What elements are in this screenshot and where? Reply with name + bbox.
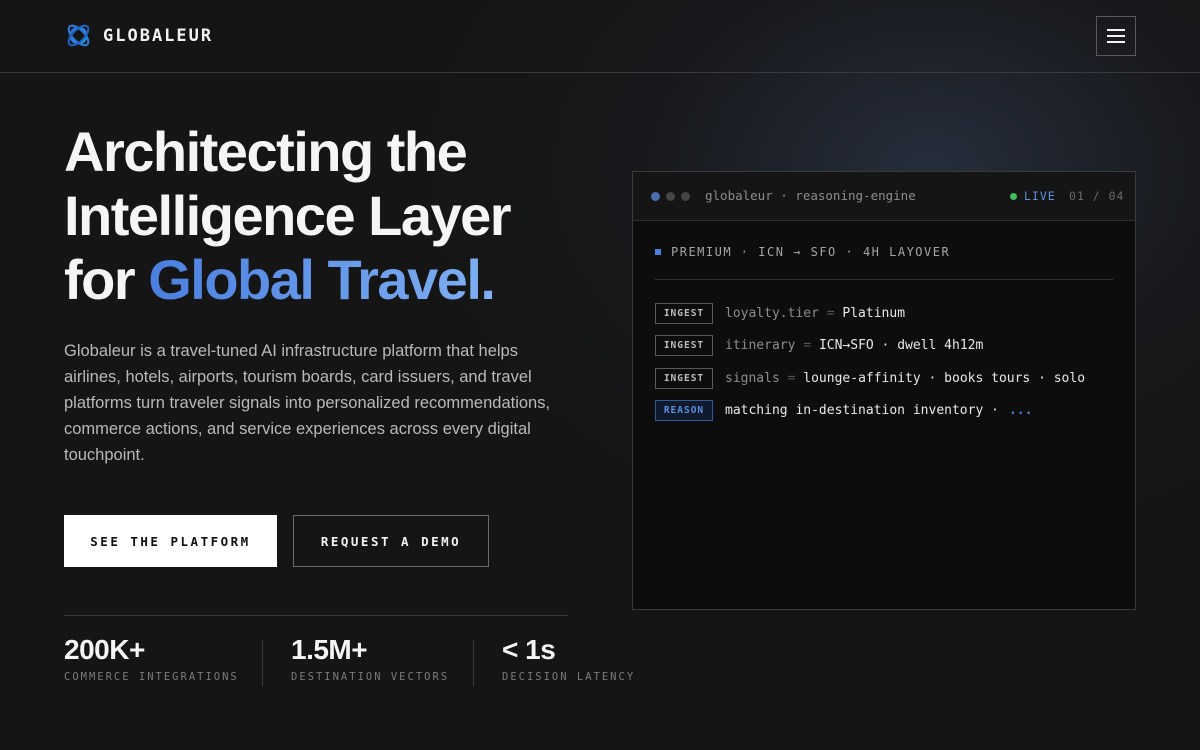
- stat-value: 200K+: [64, 634, 145, 665]
- typing-dots-icon: ...: [1008, 403, 1033, 418]
- hero-title-accent: Global Travel.: [148, 248, 496, 311]
- site-header: GLOBALEUR: [0, 0, 1200, 73]
- request-demo-button[interactable]: REQUEST A DEMO: [293, 515, 489, 567]
- reasoning-terminal: globaleur · reasoning-engine LIVE 01 / 0…: [632, 171, 1136, 610]
- log-badge: INGEST: [655, 335, 713, 356]
- terminal-divider: [655, 279, 1113, 280]
- hamburger-icon: [1107, 29, 1125, 31]
- stat-label: COMMERCE INTEGRATIONS: [64, 671, 239, 683]
- stat-latency: < 1s DECISION LATENCY: [502, 633, 635, 683]
- log-badge-reason: REASON: [655, 400, 713, 421]
- log-value: Platinum: [842, 306, 906, 321]
- logo[interactable]: GLOBALEUR: [64, 21, 213, 50]
- stat-value: 1.5M+: [291, 634, 368, 665]
- stat-label: DECISION LATENCY: [502, 671, 636, 683]
- stat-separator: [262, 640, 263, 686]
- window-dot-icon: [651, 192, 660, 201]
- log-key: itinerary: [725, 338, 796, 353]
- hero-description: Globaleur is a travel-tuned AI infrastru…: [64, 342, 551, 464]
- log-badge: INGEST: [655, 303, 713, 324]
- terminal-titlebar: globaleur · reasoning-engine LIVE 01 / 0…: [633, 172, 1135, 221]
- log-value: ICN→SFO · dwell 4h12m: [818, 338, 984, 353]
- log-key: signals: [725, 371, 780, 386]
- log-row: REASON matching in-destination inventory…: [655, 400, 1032, 421]
- stat-separator: [473, 640, 474, 686]
- section-tag: PREMIUM · ICN → SFO · 4H LAYOVER: [655, 245, 950, 259]
- log-eq: =: [803, 338, 812, 353]
- stat-vectors: 1.5M+ DESTINATION VECTORS: [291, 633, 449, 683]
- log-row: INGEST itinerary = ICN→SFO · dwell 4h12m: [655, 335, 983, 356]
- globe-orbit-icon: [67, 24, 90, 47]
- see-platform-button[interactable]: SEE THE PLATFORM: [64, 515, 277, 567]
- square-bullet-icon: [655, 249, 661, 255]
- hero-title-line1: Architecting the: [64, 120, 468, 183]
- hero-title-line2: Intelligence Layer: [64, 184, 512, 247]
- section-tag-text: PREMIUM · ICN → SFO · 4H LAYOVER: [671, 245, 951, 259]
- log-eq: =: [787, 371, 796, 386]
- menu-button[interactable]: [1096, 16, 1136, 56]
- log-reason-text: matching in-destination inventory ·: [725, 403, 999, 418]
- stat-integrations: 200K+ COMMERCE INTEGRATIONS: [64, 633, 239, 683]
- log-eq: =: [826, 306, 835, 321]
- stats-divider: [64, 615, 568, 616]
- log-badge: INGEST: [655, 368, 713, 389]
- live-label: LIVE: [1024, 189, 1056, 203]
- stat-label: DESTINATION VECTORS: [291, 671, 450, 683]
- log-value: lounge-affinity · books tours · solo: [803, 371, 1086, 386]
- log-key: loyalty.tier: [725, 306, 819, 321]
- stat-value: < 1s: [502, 634, 556, 665]
- log-row: INGEST signals = lounge-affinity · books…: [655, 368, 1085, 389]
- log-text: matching in-destination inventory ·...: [725, 403, 1032, 418]
- log-row: INGEST loyalty.tier = Platinum: [655, 303, 905, 324]
- hero-title: Architecting the Intelligence Layer for …: [64, 120, 604, 312]
- log-text: signals = lounge-affinity · books tours …: [725, 371, 1085, 386]
- brand-name: GLOBALEUR: [103, 25, 214, 46]
- log-text: loyalty.tier = Platinum: [725, 306, 905, 321]
- terminal-title: globaleur · reasoning-engine: [705, 188, 916, 203]
- window-dot-icon: [666, 192, 675, 201]
- live-status-icon: [1010, 193, 1017, 200]
- page-counter: 01 / 04: [1069, 189, 1125, 203]
- log-text: itinerary = ICN→SFO · dwell 4h12m: [725, 338, 983, 353]
- window-dot-icon: [681, 192, 690, 201]
- hero-title-line3-prefix: for: [64, 248, 149, 311]
